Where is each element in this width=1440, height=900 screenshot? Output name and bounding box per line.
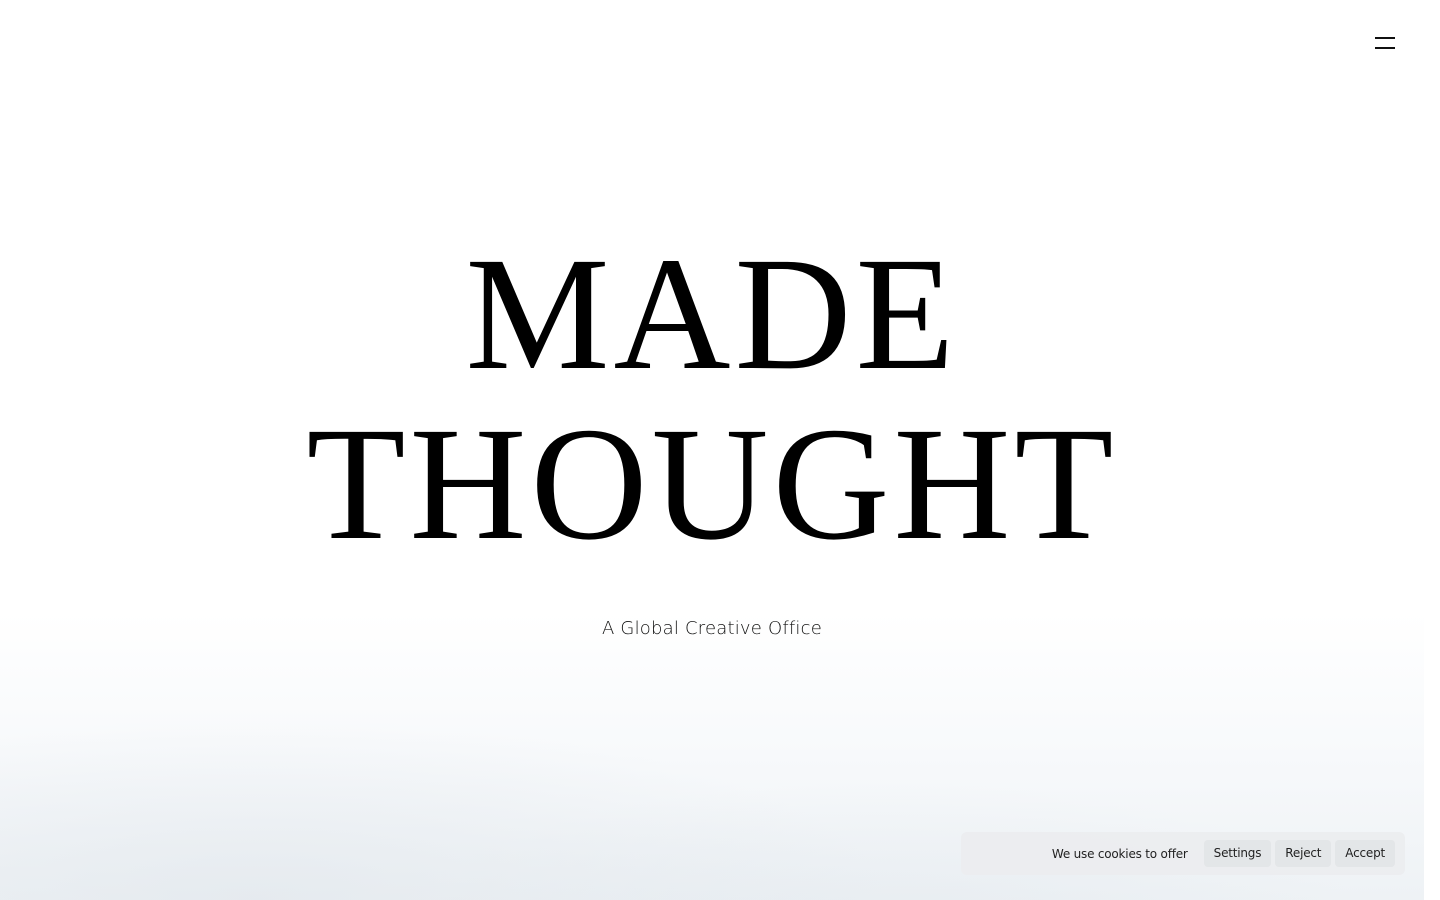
- scrollbar-gutter: [1424, 0, 1440, 900]
- hero: MADE THOUGHT A Global Creative Office: [0, 0, 1424, 900]
- cookie-message: We use cookies to offer: [1051, 846, 1188, 861]
- page-background: MADE THOUGHT A Global Creative Office We…: [0, 0, 1424, 900]
- brand-wordmark-line-1: MADE: [465, 225, 959, 404]
- cookie-banner: We use cookies to offer Settings Reject …: [961, 832, 1405, 875]
- cookie-reject-button[interactable]: Reject: [1275, 840, 1332, 867]
- cookie-settings-button[interactable]: Settings: [1203, 840, 1272, 867]
- cookie-accept-button[interactable]: Accept: [1335, 840, 1395, 867]
- brand-wordmark-line-2: THOUGHT: [306, 395, 1118, 574]
- tagline: A Global Creative Office: [602, 618, 822, 639]
